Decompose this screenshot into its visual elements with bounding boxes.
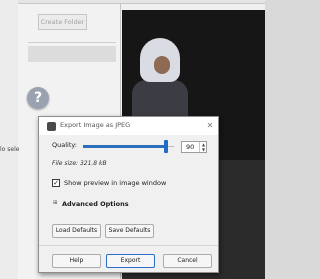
no-selection-text: lo sele [0,146,20,153]
show-preview-label[interactable]: Show preview in image window [64,179,166,187]
button-separator [39,245,218,246]
quality-value[interactable]: 90 [186,143,194,151]
help-button[interactable]: Help [52,254,101,268]
create-folder-button[interactable]: Create Folder [38,14,87,30]
dialog-title: Export Image as JPEG [60,121,131,129]
close-icon[interactable]: ✕ [205,120,215,131]
spin-down-icon[interactable]: ▼ [199,147,207,152]
file-list-bar[interactable] [28,46,116,62]
file-size-text: File size: 321.8 kB [52,160,107,167]
advanced-options-expander[interactable]: Advanced Options [62,200,129,208]
quality-slider-handle[interactable] [164,140,168,153]
save-defaults-button[interactable]: Save Defaults [105,224,154,238]
dialog-titlebar[interactable]: Export Image as JPEG ✕ [39,117,218,135]
panel-divider [28,42,116,43]
gimp-app-icon [47,122,56,131]
export-jpeg-dialog: Export Image as JPEG ✕ Quality: 90 ▲ ▼ F… [38,116,219,273]
quality-spinbox[interactable]: 90 ▲ ▼ [181,141,207,153]
left-window-edge [0,0,18,279]
preview-person-face [154,56,170,74]
load-defaults-button[interactable]: Load Defaults [52,224,101,238]
question-mark-icon: ? [27,87,49,109]
export-button[interactable]: Export [106,254,155,268]
cancel-button[interactable]: Cancel [163,254,212,268]
expand-icon[interactable]: ⊞ [53,200,58,206]
quality-slider-fill [83,145,166,148]
show-preview-checkbox[interactable]: ✓ [52,179,60,187]
quality-label: Quality: [52,141,77,149]
